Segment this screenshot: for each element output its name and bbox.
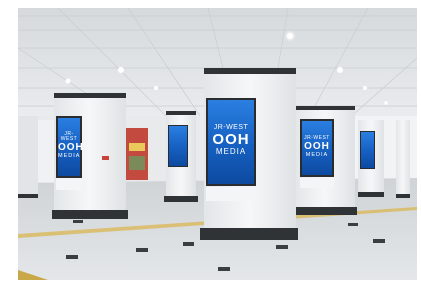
- station-concourse-photo: JR-WEST OOH MEDIA JR-WEST OOH MEDIA JR-W…: [18, 8, 417, 280]
- ad-text-center: JR-WEST OOH MEDIA: [208, 124, 254, 156]
- ad-line3: MEDIA: [58, 153, 81, 159]
- ad-line2: OOH: [304, 141, 330, 152]
- shop-front: [126, 128, 148, 180]
- ad-line3: MEDIA: [305, 152, 329, 158]
- digital-signage-screen: [361, 132, 374, 168]
- ad-line1: JR-WEST: [60, 131, 78, 142]
- ad-line1: JR-WEST: [213, 124, 249, 131]
- ad-text-right: JR-WEST OOH MEDIA: [302, 136, 332, 159]
- ad-line2: OOH: [212, 131, 250, 148]
- digital-signage-screen: [169, 126, 187, 166]
- ad-line3: MEDIA: [215, 147, 247, 156]
- ad-line2: OOH: [58, 142, 84, 153]
- ad-text-left: JR-WEST OOH MEDIA: [58, 131, 84, 160]
- sign-marker: [102, 156, 109, 160]
